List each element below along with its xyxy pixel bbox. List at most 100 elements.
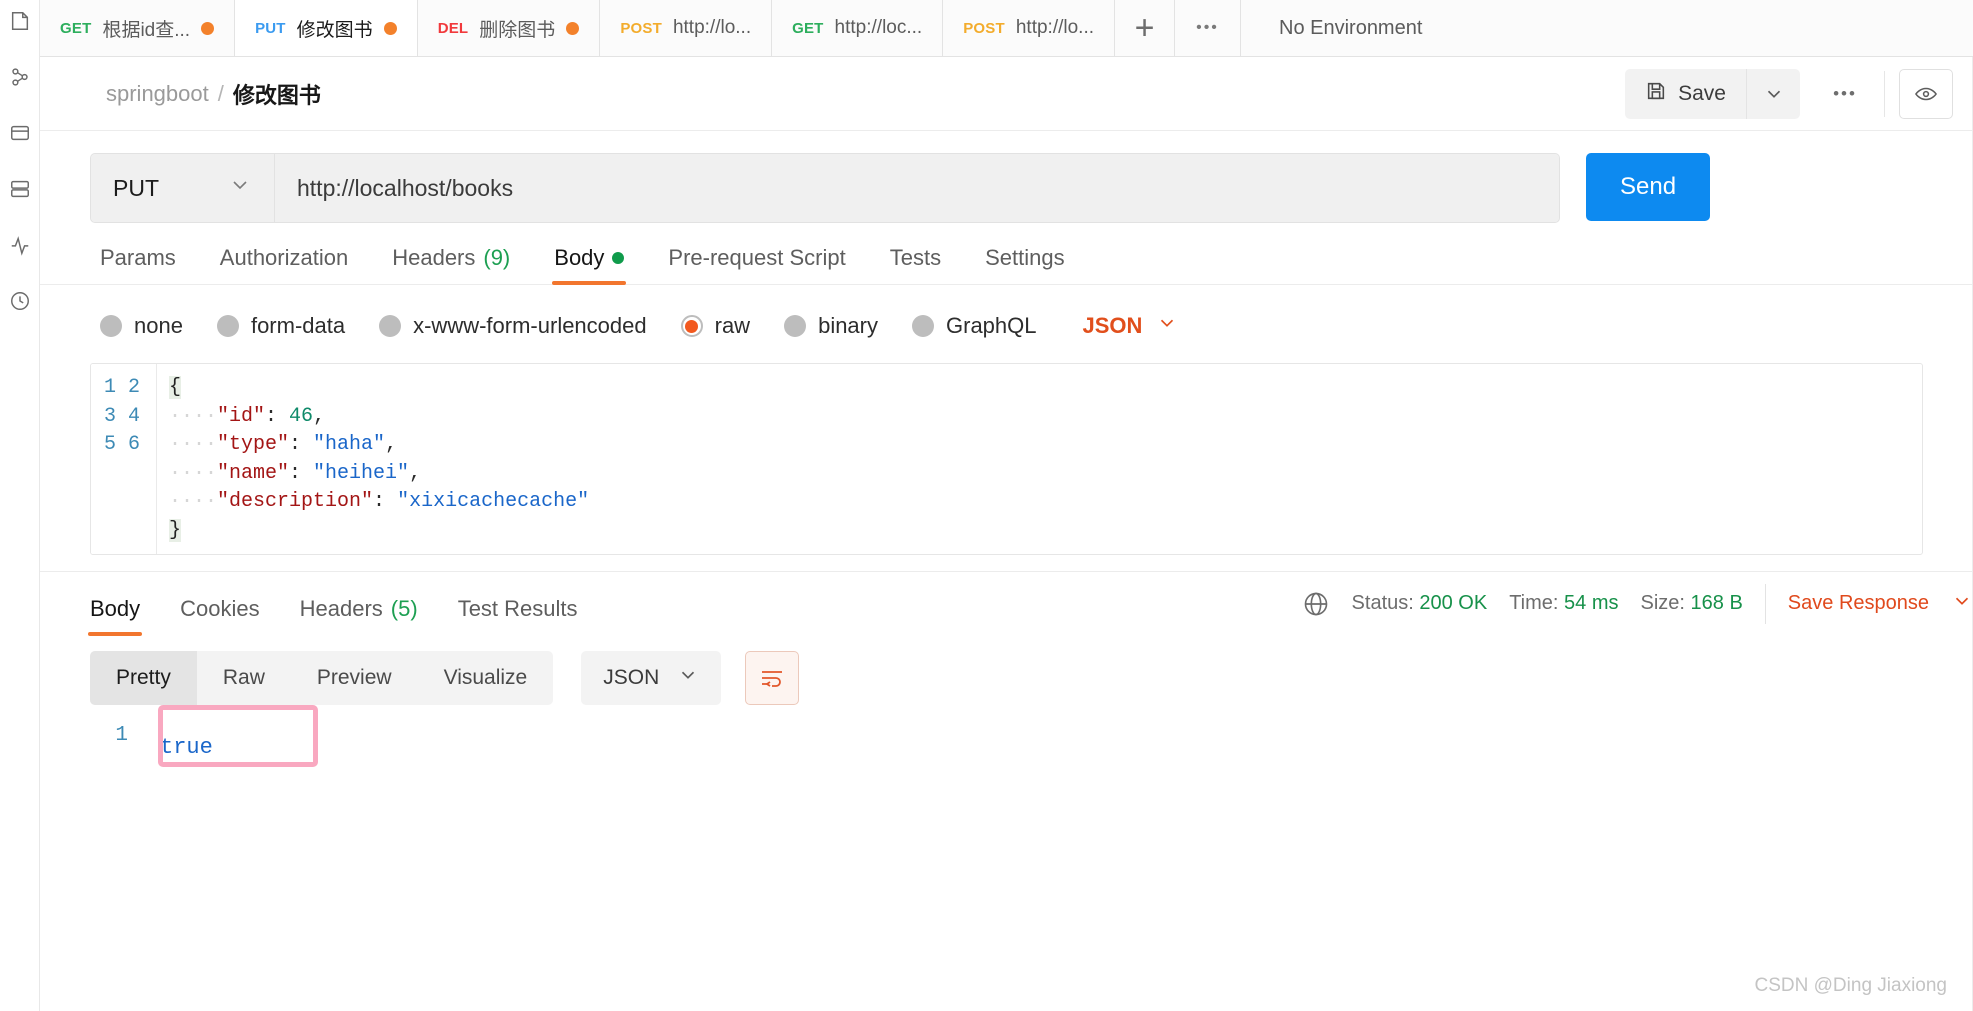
response-tab-body[interactable]: Body [87,596,143,636]
body-type-graphql[interactable]: GraphQL [912,313,1037,339]
request-more-options-icon[interactable]: ••• [1814,69,1876,119]
monitors-icon[interactable] [5,230,35,260]
eye-icon[interactable] [1899,68,1953,119]
request-tab[interactable]: GET 根据id查... [40,0,236,56]
save-button[interactable]: Save [1625,68,1746,119]
size-label: Size: 168 B [1641,592,1743,615]
body-type-urlencoded[interactable]: x-www-form-urlencoded [379,313,647,339]
time-label: Time: 54 ms [1509,592,1618,615]
request-tab[interactable]: POST http://lo... [943,0,1115,56]
globe-icon[interactable] [1302,590,1330,618]
request-tab[interactable]: DEL 删除图书 [417,0,601,56]
body-type-form-data[interactable]: form-data [216,313,345,339]
breadcrumb-collection[interactable]: springboot [106,81,209,107]
url-input[interactable] [275,154,1559,222]
tab-method: POST [963,19,1005,37]
code-token: : [289,461,314,485]
tab-tests[interactable]: Tests [890,245,941,284]
tab-title: http://loc... [834,17,923,38]
radio-icon [216,315,239,337]
response-header: Body Cookies Headers (5) Test Results St… [40,571,1973,636]
wrap-lines-button[interactable] [745,651,800,705]
response-section-tabs: Body Cookies Headers (5) Test Results [87,572,578,636]
request-tab[interactable]: GET http://loc... [772,0,944,56]
radio-icon [100,315,122,337]
view-mode-visualize[interactable]: Visualize [418,651,554,705]
response-view-toolbar: Pretty Raw Preview Visualize JSON [40,635,1973,705]
response-tab-cookies[interactable]: Cookies [180,596,259,635]
radio-label: GraphQL [946,313,1037,338]
unsaved-dot-icon [383,21,397,35]
request-tab-strip: GET 根据id查... PUT 修改图书 DEL 删除图书 POST http… [40,0,1973,57]
history-icon[interactable] [5,286,35,316]
size-label-text: Size: [1640,592,1685,614]
tab-settings[interactable]: Settings [985,245,1065,284]
code-token: "name" [217,461,290,485]
mock-servers-icon[interactable] [5,174,35,204]
view-mode-pretty[interactable]: Pretty [90,651,197,705]
radio-label: raw [714,313,751,338]
status-value: 200 OK [1419,592,1488,614]
code-token: : [373,490,398,513]
body-type-binary[interactable]: binary [784,313,878,339]
tab-pre-request-script[interactable]: Pre-request Script [668,245,845,284]
code-token: : [289,433,314,456]
radio-icon [379,315,402,337]
view-mode-raw[interactable]: Raw [197,651,291,705]
code-token: : [265,404,290,428]
request-tab[interactable]: POST http://lo... [600,0,773,56]
tab-label: Pre-request Script [668,245,846,270]
environments-icon[interactable] [5,118,35,148]
tab-headers[interactable]: Headers (9) [392,245,510,284]
send-button[interactable]: Send [1586,153,1711,221]
request-tab[interactable]: PUT 修改图书 [235,0,418,56]
radio-icon [784,315,807,337]
tab-body[interactable]: Body [552,245,627,285]
tab-method: DEL [437,19,469,37]
radio-label: binary [818,313,878,338]
url-input-wrapper: PUT [90,153,1560,223]
chevron-down-icon[interactable] [1951,590,1973,617]
tab-label: Headers [392,245,476,270]
breadcrumb-separator: / [217,80,224,106]
tab-method: GET [792,19,824,37]
save-icon [1645,80,1667,108]
code-token: 46 [289,404,314,428]
request-body-editor[interactable]: 1 2 3 4 5 6 { ····"id": 46, ····"type": … [90,363,1923,555]
radio-icon [912,315,934,337]
tab-title: http://lo... [1015,17,1094,38]
tab-params[interactable]: Params [100,245,176,284]
editor-content[interactable]: { ····"id": 46, ····"type": "haha", ····… [157,364,1922,554]
chevron-down-icon [677,664,699,692]
tab-options-icon[interactable]: ••• [1175,0,1241,56]
response-tab-headers[interactable]: Headers (5) [300,596,418,635]
tab-title: http://lo... [672,17,752,38]
url-bar: PUT Send [40,131,1973,223]
response-tab-test-results[interactable]: Test Results [458,596,578,635]
tab-authorization[interactable]: Authorization [220,245,348,284]
raw-format-value: JSON [1082,313,1143,338]
apis-icon[interactable] [5,62,35,92]
view-mode-preview[interactable]: Preview [291,651,418,705]
raw-format-select[interactable]: JSON [1083,312,1179,340]
http-method-select[interactable]: PUT [91,154,275,222]
environment-selector[interactable]: No Environment [1241,0,1973,56]
collections-icon[interactable] [5,6,35,36]
page-title[interactable]: 修改图书 [233,78,321,110]
code-token: "id" [217,404,266,428]
editor-line-numbers: 1 2 3 4 5 6 [91,364,157,554]
tab-label: Tests [889,245,942,270]
code-token: "heihei" [313,461,410,485]
new-tab-button[interactable]: + [1115,0,1175,56]
code-token: "haha" [313,433,386,456]
response-body[interactable]: 1 true [40,705,1973,767]
code-token: ···· [169,404,218,428]
tab-label: Settings [985,245,1065,270]
response-format-select[interactable]: JSON [581,651,722,705]
body-type-none[interactable]: none [100,313,183,339]
tab-method: PUT [255,19,286,37]
save-options-button[interactable] [1746,68,1800,119]
status-label-text: Status: [1351,592,1414,614]
body-type-raw[interactable]: raw [680,313,751,339]
save-response-button[interactable]: Save Response [1788,592,1929,615]
